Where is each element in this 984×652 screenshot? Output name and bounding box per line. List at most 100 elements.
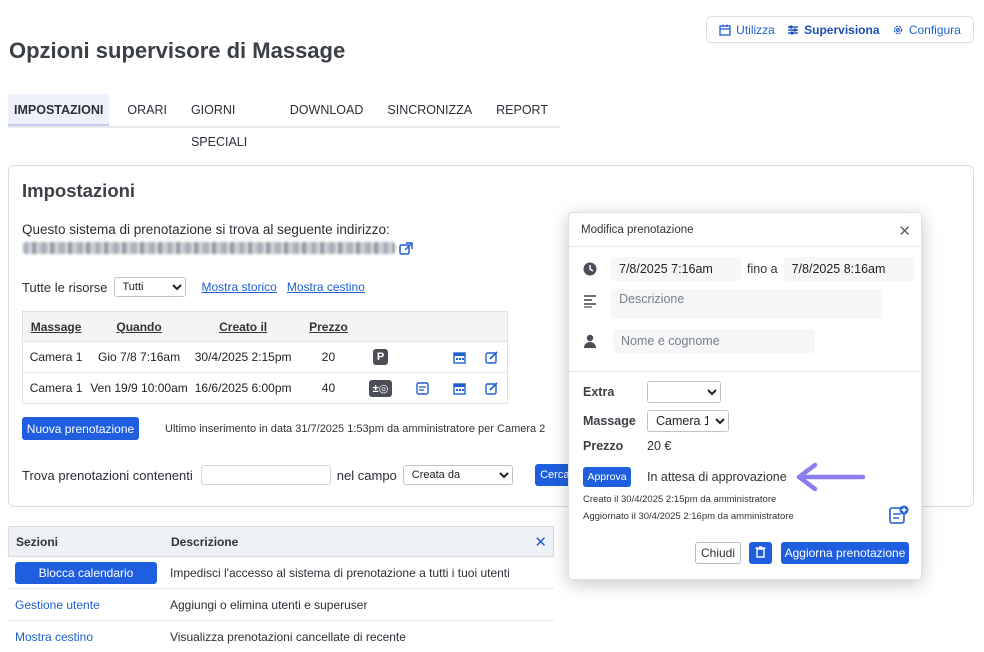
user-management-link[interactable]: Gestione utente — [8, 598, 170, 612]
table-row: Camera 1 Gio 7/8 7:16am 30/4/2025 2:15pm… — [22, 341, 508, 373]
show-history-link[interactable]: Mostra storico — [202, 280, 277, 294]
time-row: 7/8/2025 7:16am fino a 7/8/2025 8:16am — [583, 257, 914, 281]
created-note: Creato il 30/4/2025 2:15pm da amministra… — [583, 494, 777, 505]
resources-label: Tutte le risorse — [22, 279, 108, 295]
start-time-input[interactable]: 7/8/2025 7:16am — [611, 257, 741, 281]
section-desc: Aggiungi o elimina utenti e superuser — [170, 597, 368, 612]
mode-use[interactable]: Utilizza — [719, 23, 775, 37]
bookings-table: Massage Quando Creato il Prezzo Camera 1… — [22, 311, 508, 404]
extra-label: Extra — [583, 385, 615, 399]
section-desc: Impedisci l'accesso al sistema di prenot… — [170, 565, 510, 580]
description-row: Descrizione — [583, 289, 882, 319]
search-row: Trova prenotazioni contenenti nel campo … — [22, 464, 575, 486]
modal-divider — [569, 371, 921, 372]
tab-report[interactable]: REPORT — [484, 94, 560, 126]
cell-when: Gio 7/8 7:16am — [89, 341, 190, 373]
massage-label: Massage — [583, 414, 636, 428]
price-value: 20 € — [647, 439, 672, 453]
mode-supervise[interactable]: Supervisiona — [787, 22, 880, 37]
arrow-left-icon — [796, 462, 865, 492]
name-input[interactable]: Nome e cognome — [613, 329, 815, 353]
new-booking-button[interactable]: Nuova prenotazione — [22, 417, 139, 440]
cell-massage: Camera 1 — [22, 372, 90, 404]
resources-select[interactable]: Tutti — [113, 277, 186, 297]
name-row: Nome e cognome — [583, 329, 815, 353]
last-insert-note: Ultimo inserimento in data 31/7/2025 1:5… — [165, 423, 546, 435]
cell-created: 30/4/2025 2:15pm — [189, 341, 298, 373]
tab-sincronizza[interactable]: SINCRONIZZA — [375, 94, 484, 126]
price-row: Prezzo 20 € — [583, 439, 671, 453]
cell-massage: Camera 1 — [22, 341, 90, 373]
add-receipt-icon[interactable] — [889, 505, 909, 525]
search-input[interactable] — [200, 465, 331, 485]
description-input[interactable]: Descrizione — [611, 289, 882, 319]
delete-button[interactable] — [749, 542, 772, 564]
tab-orari[interactable]: ORARI — [115, 94, 179, 126]
list-item: Gestione utente Aggiungi o elimina utent… — [8, 589, 554, 621]
col-price[interactable]: Prezzo — [297, 311, 360, 342]
external-link-icon[interactable] — [399, 242, 413, 256]
close-icon[interactable]: ✕ — [898, 222, 911, 240]
status-badge: P — [372, 349, 389, 365]
block-calendar-button[interactable]: Blocca calendario — [15, 561, 157, 584]
updated-note: Aggiornato il 30/4/2025 2:16pm da ammini… — [583, 511, 794, 522]
address-label: Questo sistema di prenotazione si trova … — [22, 222, 390, 237]
list-item: Blocca calendario Impedisci l'accesso al… — [8, 557, 554, 589]
calendar-icon[interactable] — [453, 351, 466, 364]
list-item: Mostra cestino Visualizza prenotazioni c… — [8, 621, 554, 652]
receipt-icon[interactable] — [415, 382, 429, 395]
edit-icon[interactable] — [485, 382, 498, 395]
mode-configure[interactable]: Configura — [892, 23, 961, 37]
cell-created: 16/6/2025 6:00pm — [189, 372, 298, 404]
modal-header: Modifica prenotazione ✕ — [569, 213, 921, 247]
mode-use-label: Utilizza — [736, 22, 775, 37]
col-when[interactable]: Quando — [89, 311, 190, 342]
col-massage[interactable]: Massage — [22, 311, 90, 342]
edit-icon[interactable] — [485, 351, 498, 364]
tab-impostazioni[interactable]: IMPOSTAZIONI — [8, 94, 110, 126]
calendar-icon — [719, 24, 731, 36]
col-created[interactable]: Creato il — [189, 311, 298, 342]
approval-status: In attesa di approvazione — [647, 470, 787, 484]
close-button[interactable]: Chiudi — [695, 542, 741, 564]
close-icon[interactable]: ✕ — [534, 533, 547, 551]
tab-download[interactable]: DOWNLOAD — [278, 94, 376, 126]
show-trash-section-link[interactable]: Mostra cestino — [8, 630, 170, 644]
update-booking-button[interactable]: Aggiorna prenotazione — [781, 542, 909, 564]
settings-title: Impostazioni — [22, 180, 136, 201]
field-select[interactable]: Creata da — [402, 465, 513, 485]
show-trash-link[interactable]: Mostra cestino — [287, 280, 365, 294]
to-label: fino a — [747, 262, 778, 276]
extra-select[interactable] — [647, 381, 721, 403]
approval-row: Approva In attesa di approvazione — [583, 461, 865, 493]
massage-select[interactable]: Camera 1 — [647, 410, 729, 432]
end-time-input[interactable]: 7/8/2025 8:16am — [783, 257, 914, 281]
col-actions-1 — [401, 311, 443, 342]
massage-row: Massage Camera 1 — [583, 410, 729, 432]
blurred-address-link[interactable] — [23, 242, 395, 254]
mode-switch: Utilizza Supervisiona Configura — [706, 16, 974, 43]
extra-row: Extra — [583, 381, 721, 403]
page-title: Opzioni supervisore di Massage — [9, 38, 346, 63]
user-icon — [584, 334, 596, 348]
sliders-icon — [788, 24, 799, 35]
approve-button[interactable]: Approva — [583, 467, 631, 487]
col-actions-3 — [476, 311, 508, 342]
tab-giorni-speciali[interactable]: GIORNI SPECIALI — [179, 94, 278, 149]
sections-table: Sezioni Descrizione ✕ Blocca calendario … — [8, 526, 554, 652]
cell-price: 20 — [297, 341, 360, 373]
cell-when: Ven 19/9 10:00am — [89, 372, 190, 404]
modal-title: Modifica prenotazione — [581, 223, 694, 236]
text-lines-icon — [584, 295, 596, 308]
mode-supervise-label: Supervisiona — [804, 22, 880, 37]
table-row: Camera 1 Ven 19/9 10:00am 16/6/2025 6:00… — [22, 372, 508, 404]
col-actions-2 — [442, 311, 477, 342]
col-badge — [359, 311, 402, 342]
section-desc: Visualizza prenotazioni cancellate di re… — [170, 630, 406, 644]
mode-configure-label: Configura — [908, 22, 961, 37]
resource-filter-row: Tutte le risorse Tutti Mostra storico Mo… — [22, 277, 365, 297]
edit-booking-modal: Modifica prenotazione ✕ 7/8/2025 7:16am … — [568, 212, 922, 580]
calendar-icon[interactable] — [453, 382, 466, 395]
status-badge: ±◎ — [368, 379, 393, 397]
trash-icon — [755, 545, 766, 558]
